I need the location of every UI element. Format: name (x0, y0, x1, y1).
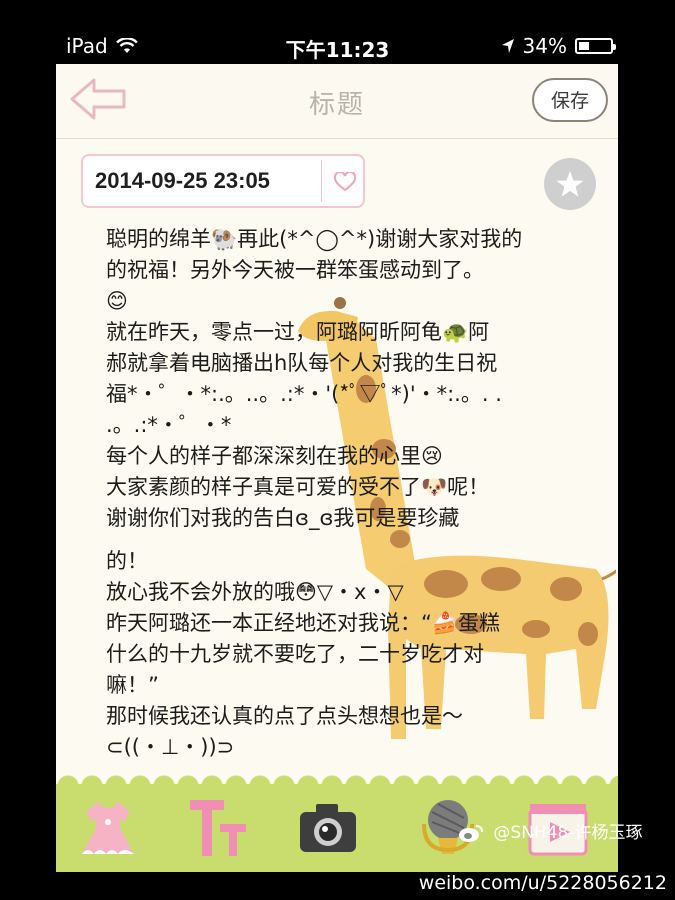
diary-line: 就在昨天，零点一过，阿璐阿昕阿龟🐢阿 (106, 320, 490, 344)
diary-line: 福*・゜・*:.。..。.:*・'(*ﾟ▽ﾟ*)'・*:.。. . (106, 382, 502, 406)
favorite-button[interactable] (544, 158, 596, 210)
weibo-handle: @SNH48-许杨玉琢 (493, 823, 643, 843)
status-right: 34% (501, 34, 616, 58)
diary-line: 昨天阿璐还一本正经地还对我说：“🍰蛋糕 (106, 611, 501, 635)
diary-line: .。.:*・゜・* (106, 413, 232, 437)
weibo-url: weibo.com/u/5228056212 (418, 872, 667, 894)
ipad-screen: iPad 下午11:23 34% 标题 保存 2014-09-25 23:05 … (0, 0, 675, 900)
navigation-bar: 标题 保存 (56, 64, 618, 139)
diary-line: ⊂((・⊥・))⊃ (106, 735, 235, 759)
battery-icon (575, 38, 616, 54)
diary-line: 的！ (106, 549, 148, 573)
text-style-icon[interactable] (186, 794, 250, 862)
diary-line: 嘛！” (106, 673, 159, 697)
diary-line: 什么的十九岁就不要吃了，二十岁吃才对 (106, 642, 484, 666)
diary-line: 那时候我还认真的点了点头想想也是～ (106, 704, 463, 728)
battery-level-fill (579, 42, 589, 50)
diary-line: 的祝福！另外今天被一群笨蛋感动到了。 (106, 258, 484, 282)
camera-icon[interactable] (296, 794, 360, 862)
diary-line: 放心我不会外放的哦😳▽・x・▽ (106, 580, 404, 604)
entry-date: 2014-09-25 23:05 (95, 168, 270, 193)
dress-icon[interactable] (76, 794, 140, 862)
save-button[interactable]: 保存 (532, 78, 608, 122)
battery-percent: 34% (522, 34, 567, 58)
weibo-logo-icon (459, 825, 483, 842)
status-bar: iPad 下午11:23 34% (0, 0, 675, 64)
diary-line: 😊 (106, 289, 128, 313)
diary-line: 郝就拿着电脑播出h队每个人对我的生日祝 (106, 351, 498, 375)
date-divider (321, 160, 322, 202)
toolbar-scallop (56, 772, 618, 786)
date-selector[interactable]: 2014-09-25 23:05 (81, 154, 365, 208)
diary-line: 大家素颜的样子真是可爱的受不了🐶呢！ (106, 475, 490, 499)
star-icon (556, 171, 584, 197)
diary-app: 标题 保存 2014-09-25 23:05 聪明的绵羊🐏再此(*^◯^*)谢谢… (56, 64, 618, 872)
diary-line: 每个人的样子都深深刻在我的心里😢 (106, 444, 443, 468)
location-arrow-icon (501, 39, 514, 53)
diary-line: 谢谢你们对我的告白ɞ_ɞ我可是要珍藏 (106, 506, 460, 530)
weibo-watermark: @SNH48-许杨玉琢 (458, 818, 642, 843)
heart-icon[interactable] (333, 172, 357, 192)
diary-line: 聪明的绵羊🐏再此(*^◯^*)谢谢大家对我的 (106, 227, 523, 251)
diary-body[interactable]: 聪明的绵羊🐏再此(*^◯^*)谢谢大家对我的 的祝福！另外今天被一群笨蛋感动到了… (106, 224, 586, 763)
